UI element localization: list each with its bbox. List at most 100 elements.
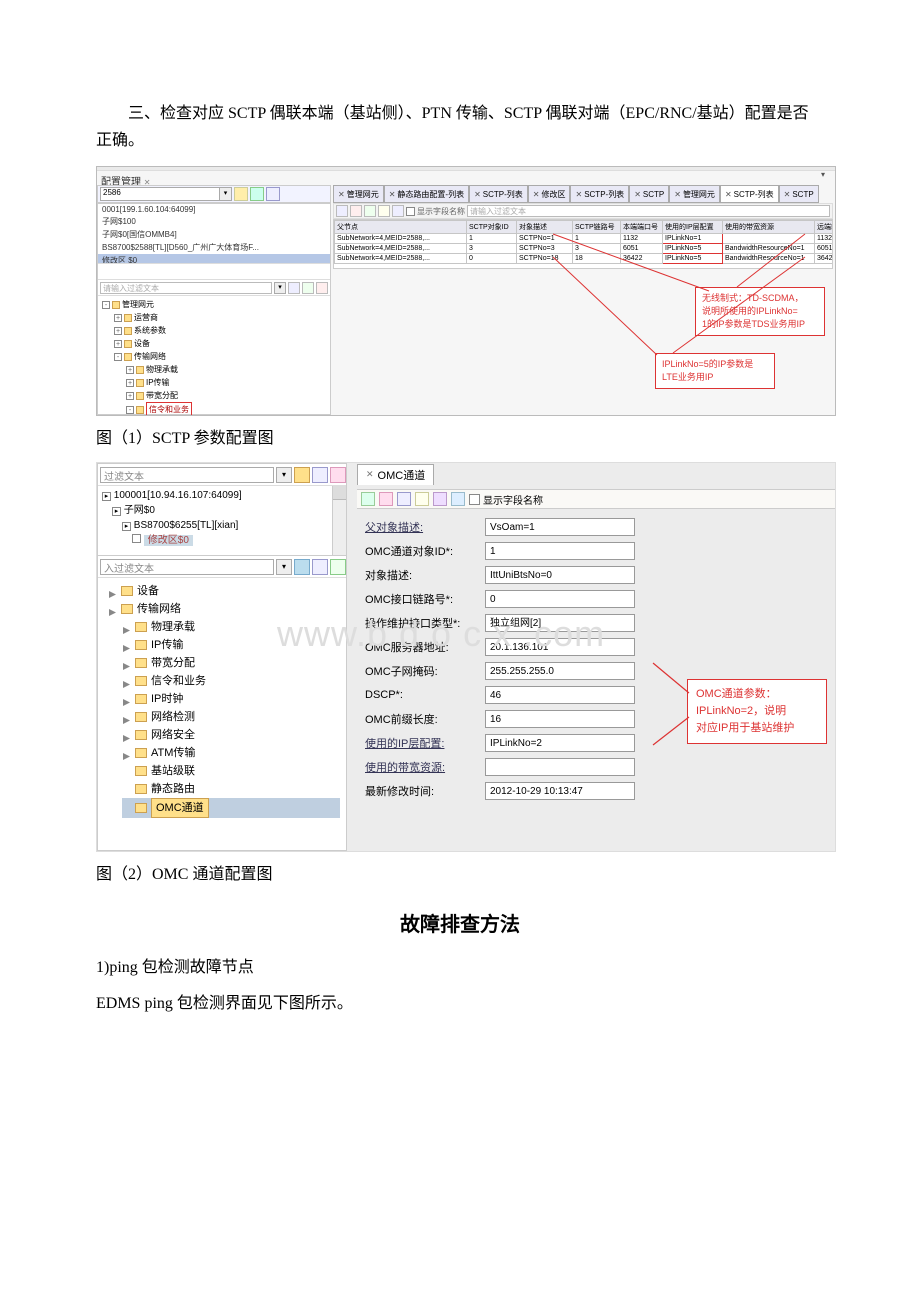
list-item[interactable]: 0001[199.1.60.104:64099] bbox=[98, 204, 330, 215]
close-icon[interactable]: ✕ bbox=[474, 190, 481, 199]
expand-icon[interactable] bbox=[122, 731, 131, 740]
col-header[interactable]: 父节点 bbox=[335, 221, 467, 234]
toolbar-icon[interactable] bbox=[392, 205, 404, 217]
tree-node[interactable]: 基站级联 bbox=[122, 762, 340, 780]
toolbar-icon[interactable] bbox=[266, 187, 280, 201]
expand-icon[interactable]: + bbox=[126, 379, 134, 387]
tree-node[interactable]: -管理网元 bbox=[102, 298, 328, 311]
col-header[interactable]: 使用的带宽资源 bbox=[723, 221, 815, 234]
checkbox[interactable] bbox=[469, 494, 480, 505]
toolbar-icon[interactable] bbox=[397, 492, 411, 506]
tab[interactable]: ✕SCTP bbox=[629, 185, 669, 203]
close-icon[interactable]: ✕ bbox=[338, 190, 345, 199]
form-value[interactable]: 16 bbox=[485, 710, 635, 728]
expand-icon[interactable] bbox=[122, 749, 131, 758]
table-row[interactable]: SubNetwork=4,MEID=2588,...1SCTPNo=111132… bbox=[335, 234, 834, 244]
form-value[interactable]: 0 bbox=[485, 590, 635, 608]
form-value[interactable]: 46 bbox=[485, 686, 635, 704]
tab[interactable]: ✕静态路由配置-列表 bbox=[384, 185, 469, 203]
toolbar-icon[interactable] bbox=[378, 205, 390, 217]
filter-input[interactable]: 请输入过滤文本 bbox=[467, 205, 830, 217]
expand-icon[interactable] bbox=[122, 695, 131, 704]
tab[interactable]: ✕管理网元 bbox=[669, 185, 720, 203]
toolbar-icon[interactable] bbox=[316, 282, 328, 294]
tree-node[interactable]: 传输网络 bbox=[108, 600, 340, 618]
toolbar-icon[interactable] bbox=[433, 492, 447, 506]
checkbox[interactable] bbox=[406, 207, 415, 216]
form-value[interactable]: IttUniBtsNo=0 bbox=[485, 566, 635, 584]
form-label[interactable]: 父对象描述: bbox=[365, 519, 485, 535]
expand-icon[interactable] bbox=[122, 677, 131, 686]
nav-tree[interactable]: 设备传输网络物理承载IP传输带宽分配信令和业务IP时钟网络检测网络安全ATM传输… bbox=[98, 578, 346, 822]
sctp-table[interactable]: 父节点SCTP对象ID对象描述SCTP链路号本端端口号使用的IP层配置使用的带宽… bbox=[334, 220, 833, 264]
close-icon[interactable]: ✕ bbox=[389, 190, 396, 199]
close-icon[interactable]: ✕ bbox=[533, 190, 540, 199]
expand-icon[interactable]: ▸ bbox=[122, 522, 131, 531]
form-value[interactable]: VsOam=1 bbox=[485, 518, 635, 536]
tree-node[interactable]: 网络检测 bbox=[122, 708, 340, 726]
tree-node[interactable]: 物理承载 bbox=[122, 618, 340, 636]
toolbar-icon[interactable] bbox=[330, 467, 346, 483]
toolbar-icon[interactable] bbox=[294, 467, 310, 483]
dropdown-icon[interactable]: ▾ bbox=[276, 467, 292, 483]
tree-node[interactable]: OMC通道 bbox=[122, 798, 340, 818]
top-tree[interactable]: ▸ 100001[10.94.16.107:64099]▸ 子网$0▸ BS87… bbox=[98, 486, 346, 556]
tree-node[interactable]: +带宽分配 bbox=[126, 389, 328, 402]
expand-icon[interactable]: + bbox=[126, 392, 134, 400]
list-item[interactable]: BS8700$2588[TL][D560_广州广大体育场F... bbox=[98, 241, 330, 254]
form-value[interactable]: 20.1.136.101 bbox=[485, 638, 635, 656]
tree-node[interactable]: IP传输 bbox=[122, 636, 340, 654]
expand-icon[interactable]: + bbox=[114, 340, 122, 348]
toolbar-icon[interactable] bbox=[330, 559, 346, 575]
expand-icon[interactable] bbox=[108, 605, 117, 614]
table-row[interactable]: SubNetwork=4,MEID=2588,...0SCTPNo=181836… bbox=[335, 254, 834, 264]
expand-icon[interactable]: + bbox=[126, 366, 134, 374]
tab-omc[interactable]: ✕OMC通道 bbox=[357, 464, 434, 485]
tree-node[interactable]: ▸ BS8700$6255[TL][xian] bbox=[122, 518, 342, 533]
nav-tree[interactable]: -管理网元+运营商+系统参数+设备-传输网络+物理承载+IP传输+带宽分配-信令… bbox=[98, 296, 330, 416]
form-label[interactable]: 使用的IP层配置: bbox=[365, 735, 485, 751]
expand-icon[interactable]: - bbox=[102, 301, 110, 309]
tree-filter-input[interactable]: 请输入过滤文本 bbox=[100, 282, 272, 294]
tree-node[interactable]: 设备 bbox=[108, 582, 340, 600]
close-icon[interactable]: ✕ bbox=[784, 190, 791, 199]
expand-icon[interactable]: - bbox=[114, 353, 122, 361]
expand-icon[interactable] bbox=[122, 623, 131, 632]
close-icon[interactable]: ✕ bbox=[575, 190, 582, 199]
table-row[interactable]: SubNetwork=4,MEID=2588,...3SCTPNo=336051… bbox=[335, 244, 834, 254]
tree-node[interactable]: -信令和业务 bbox=[126, 402, 328, 416]
close-icon[interactable]: ✕ bbox=[366, 469, 374, 480]
tab[interactable]: ✕管理网元 bbox=[333, 185, 384, 203]
tree-node[interactable]: +设备 bbox=[114, 337, 328, 350]
tab[interactable]: ✕SCTP-列表 bbox=[570, 185, 629, 203]
tree-node[interactable]: 网络安全 bbox=[122, 726, 340, 744]
close-icon[interactable]: ✕ bbox=[674, 190, 681, 199]
tree-node[interactable]: 修改区$0 bbox=[132, 533, 342, 548]
dropdown-icon[interactable]: ▾ bbox=[276, 559, 292, 575]
form-value[interactable]: 2012-10-29 10:13:47 bbox=[485, 782, 635, 800]
toolbar-icon[interactable] bbox=[350, 205, 362, 217]
expand-icon[interactable] bbox=[108, 587, 117, 596]
toolbar-icon[interactable] bbox=[302, 282, 314, 294]
form-value[interactable]: IPLinkNo=2 bbox=[485, 734, 635, 752]
expand-icon[interactable] bbox=[122, 641, 131, 650]
form-value[interactable]: 独立组网[2] bbox=[485, 614, 635, 632]
list-item[interactable]: 子网$0[国信OMMB4] bbox=[98, 228, 330, 241]
form-label[interactable]: 使用的带宽资源: bbox=[365, 759, 485, 775]
expand-icon[interactable] bbox=[122, 785, 131, 794]
dropdown-icon[interactable]: ▾ bbox=[821, 170, 831, 180]
tree-node[interactable]: +系统参数 bbox=[114, 324, 328, 337]
filter-input-2[interactable]: 入过滤文本 bbox=[100, 559, 274, 575]
dropdown-icon[interactable]: ▾ bbox=[220, 187, 232, 201]
search-icon[interactable] bbox=[250, 187, 264, 201]
col-header[interactable]: SCTP链路号 bbox=[573, 221, 621, 234]
tree-node[interactable]: +IP传输 bbox=[126, 376, 328, 389]
expand-icon[interactable] bbox=[132, 534, 141, 543]
close-icon[interactable]: ✕ bbox=[634, 190, 641, 199]
toolbar-icon[interactable] bbox=[288, 282, 300, 294]
tab[interactable]: ✕修改区 bbox=[528, 185, 571, 203]
dropdown-icon[interactable]: ▾ bbox=[274, 282, 286, 294]
form-value[interactable]: 255.255.255.0 bbox=[485, 662, 635, 680]
tab[interactable]: ✕SCTP-列表 bbox=[720, 185, 779, 203]
filter-input[interactable]: 过滤文本 bbox=[100, 467, 274, 483]
